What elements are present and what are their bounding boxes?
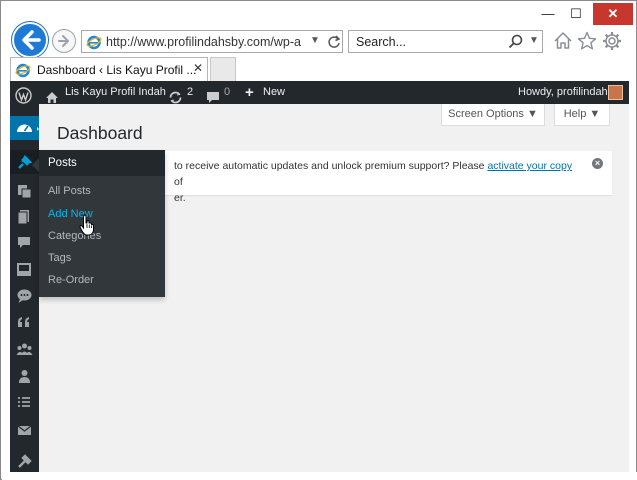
back-arrow-icon: [22, 30, 41, 50]
flyout-header[interactable]: Posts: [39, 150, 165, 176]
dashboard-icon: [17, 124, 39, 132]
page-title: Dashboard: [57, 123, 143, 143]
notice-line1-before: to receive automatic updates and unlock …: [174, 160, 488, 172]
address-bar[interactable]: http://www.profilindahsby.com/wp-a ▼: [81, 30, 343, 53]
posts-flyout-menu: Posts All Posts Add New Categories Tags …: [32, 150, 165, 297]
quote-icon: [18, 317, 29, 327]
site-name-link[interactable]: Lis Kayu Profil Indah: [65, 81, 166, 104]
close-window-button[interactable]: ✕: [593, 3, 633, 25]
howdy-user-link[interactable]: Howdy, profilindah: [518, 81, 608, 104]
sidebar-item-list[interactable]: [10, 391, 39, 415]
sidebar-item-dashboard[interactable]: [10, 116, 39, 140]
home-icon[interactable]: [552, 30, 574, 52]
plus-icon[interactable]: +: [245, 81, 254, 104]
sidebar-item-comments[interactable]: [10, 231, 39, 255]
tools-icon: [18, 454, 32, 468]
maximize-button[interactable]: ☐: [561, 3, 591, 25]
media-icon: [18, 185, 32, 199]
updates-count[interactable]: 2: [187, 81, 193, 104]
search-box[interactable]: Search... ▼: [348, 30, 543, 53]
sidebar-item-media[interactable]: [10, 179, 39, 203]
list-icon: [18, 397, 30, 407]
tab-title: Dashboard ‹ Lis Kayu Profil ...: [37, 63, 197, 77]
sidebar-item-tools[interactable]: [10, 448, 39, 472]
comments-count[interactable]: 0: [224, 81, 230, 104]
browser-window: — ☐ ✕ http://www.profilindahsby.com/wp-a…: [0, 0, 637, 480]
flyout-arrow: [32, 158, 39, 172]
users-icon: [19, 370, 30, 383]
address-dropdown-icon[interactable]: ▼: [310, 35, 320, 46]
browser-tab[interactable]: Dashboard ‹ Lis Kayu Profil ... ✕: [10, 57, 208, 81]
activate-copy-link[interactable]: activate your copy: [487, 160, 572, 172]
favorites-star-icon[interactable]: [576, 30, 598, 52]
forward-arrow-icon: [58, 35, 69, 47]
sidebar-item-pages[interactable]: [10, 205, 39, 229]
avatar[interactable]: [608, 85, 623, 100]
sidebar-item-users[interactable]: [10, 365, 39, 389]
settings-gear-icon[interactable]: [601, 30, 623, 52]
pages-icon: [17, 210, 29, 225]
tab-ie-icon: [15, 63, 31, 78]
url-text: http://www.profilindahsby.com/wp-a: [106, 35, 301, 49]
groups-icon: [16, 343, 33, 355]
sidebar-item-testimonials[interactable]: [10, 311, 39, 335]
refresh-icon[interactable]: [326, 33, 342, 51]
mail-icon: [17, 425, 32, 435]
menu-item-tags[interactable]: Tags: [48, 252, 71, 264]
portfolio-icon: [17, 263, 31, 276]
sidebar-item-portfolio[interactable]: [10, 258, 39, 282]
screen-options-button[interactable]: Screen Options ▼: [441, 104, 545, 126]
search-dropdown-icon[interactable]: ▼: [529, 35, 539, 46]
chat-icon: [17, 289, 32, 303]
minimize-button[interactable]: —: [533, 3, 563, 25]
window-bottom-border: [2, 472, 637, 480]
hand-cursor-icon: [79, 214, 94, 236]
search-icon[interactable]: [507, 33, 525, 51]
menu-item-re-order[interactable]: Re-Order: [48, 274, 94, 286]
sidebar-item-mail[interactable]: [10, 419, 39, 443]
new-content-link[interactable]: New: [263, 81, 285, 104]
comments-icon: [18, 237, 30, 248]
search-input[interactable]: Search...: [356, 35, 406, 49]
admin-bar: Lis Kayu Profil Indah 2 0 + New Howdy, p…: [10, 81, 629, 104]
sidebar-item-groups[interactable]: [10, 338, 39, 362]
back-button[interactable]: [12, 22, 48, 58]
forward-button[interactable]: [52, 29, 76, 53]
tab-close-icon[interactable]: ✕: [193, 61, 203, 75]
ie-icon: [86, 35, 102, 50]
help-button[interactable]: Help ▼: [554, 104, 610, 126]
notice-line1-after: of: [174, 176, 183, 188]
sidebar-item-chat[interactable]: [10, 284, 39, 308]
menu-item-all-posts[interactable]: All Posts: [48, 185, 91, 197]
new-tab-button[interactable]: [210, 57, 236, 81]
flyout-title[interactable]: Posts: [48, 157, 77, 169]
dismiss-notice-icon[interactable]: ×: [592, 158, 603, 169]
